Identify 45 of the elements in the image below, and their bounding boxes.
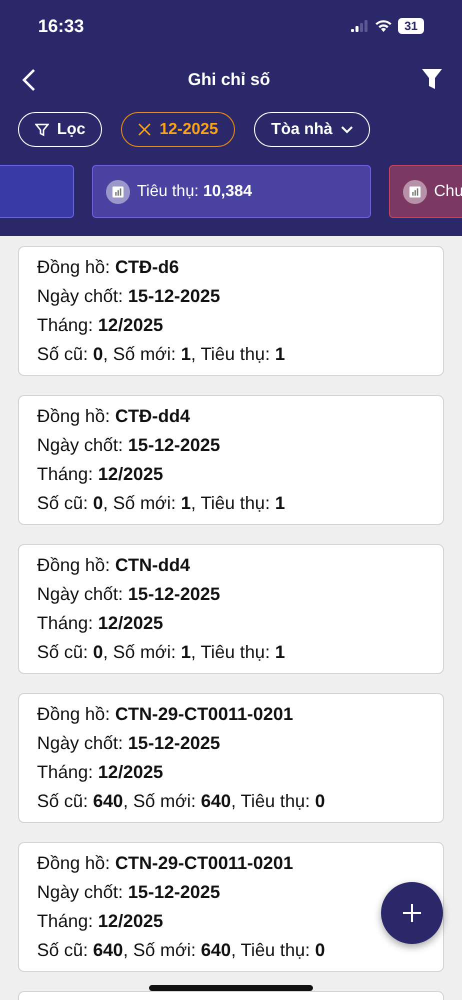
reading-line: Ngày chốt: 15-12-2025 — [37, 434, 220, 457]
meter-reading-card[interactable]: Đồng hồ: CTN-29-CT0011-0201 Ngày chốt: 15-12-2025 Tháng: 12/2025 Số cũ: 640, Số mới: 640, Tiêu thụ: 0 — [18, 693, 444, 823]
reading-line: Số cũ: 0, Số mới: 1, Tiêu thụ: 1 — [37, 641, 285, 664]
meter-reading-card[interactable]: Đồng hồ: CTN-29-CT0011-0201 Ngày chốt: 15-12-2025 Tháng: 12/2025 Số cũ: 640, Số mới: 640, Tiêu thụ: 0 — [18, 842, 444, 972]
reading-line: Đồng hồ: CTN-dd4 — [37, 554, 190, 577]
reading-line: Ngày chốt: 15-12-2025 — [37, 583, 220, 606]
chevron-down-icon — [340, 126, 353, 134]
wifi-icon — [375, 20, 392, 32]
stat-card[interactable]: Chu — [389, 165, 462, 218]
reading-line: Tháng: 12/2025 — [37, 612, 164, 635]
reading-line: Tháng: 12/2025 — [37, 910, 164, 933]
filter-chip[interactable]: Lọc — [18, 112, 102, 147]
filter-chip[interactable]: Tòa nhà — [254, 112, 370, 147]
page-title: Ghi chỉ số — [188, 70, 270, 90]
reading-line: Số cũ: 640, Số mới: 640, Tiêu thụ: 0 — [37, 790, 326, 813]
battery-level: 31 — [398, 18, 424, 34]
meter-reading-card[interactable]: Đồng hồ: CTĐ-dd4 Ngày chốt: 15-12-2025 Tháng: 12/2025 Số cũ: 0, Số mới: 1, Tiêu thụ: 1 — [18, 395, 444, 525]
chart-icon — [403, 180, 427, 204]
stat-text: Chu — [434, 182, 462, 200]
reading-line: Số cũ: 0, Số mới: 1, Tiêu thụ: 1 — [37, 492, 285, 515]
reading-line: Tháng: 12/2025 — [37, 761, 164, 784]
reading-line: Tháng: 12/2025 — [37, 314, 164, 337]
reading-line: Tháng: 12/2025 — [37, 463, 164, 486]
reading-line: Đồng hồ: CTN-29-CT0011-0201 — [37, 703, 294, 726]
close-icon — [138, 123, 152, 136]
meter-reading-card[interactable]: Đồng hồ: CTN-dd4 Ngày chốt: 15-12-2025 Tháng: 12/2025 Số cũ: 0, Số mới: 1, Tiêu thụ: 1 — [18, 544, 444, 674]
signal-icon — [351, 20, 369, 32]
filter-chip[interactable]: 12-2025 — [121, 112, 236, 147]
stat-card[interactable]: Tiêu thụ: 10,384 — [92, 165, 371, 218]
plus-icon — [403, 904, 421, 922]
reading-line: Ngày chốt: 15-12-2025 — [37, 285, 220, 308]
stat-text: Tiêu thụ: 10,384 — [137, 182, 252, 200]
reading-line: Ngày chốt: 15-12-2025 — [37, 881, 220, 904]
reading-line: Đồng hồ: CTN-29-CT0011-0201 — [37, 852, 294, 875]
status-time: 16:33 — [38, 16, 84, 36]
reading-line: Số cũ: 0, Số mới: 1, Tiêu thụ: 1 — [37, 343, 285, 366]
back-icon[interactable] — [22, 68, 36, 92]
filter-icon — [35, 122, 49, 136]
reading-line: Đồng hồ: CTĐ-d6 — [37, 256, 180, 279]
meter-reading-card[interactable]: Đồng hồ: CTĐ-d6 Ngày chốt: 15-12-2025 Tháng: 12/2025 Số cũ: 0, Số mới: 1, Tiêu thụ: 1 — [18, 246, 444, 376]
reading-line: Số cũ: 640, Số mới: 640, Tiêu thụ: 0 — [37, 939, 326, 962]
filter-icon[interactable] — [422, 69, 442, 91]
reading-line: Đồng hồ: CTĐ-dd4 — [37, 405, 190, 428]
chart-icon — [106, 180, 130, 204]
reading-line: Ngày chốt: 15-12-2025 — [37, 732, 220, 755]
